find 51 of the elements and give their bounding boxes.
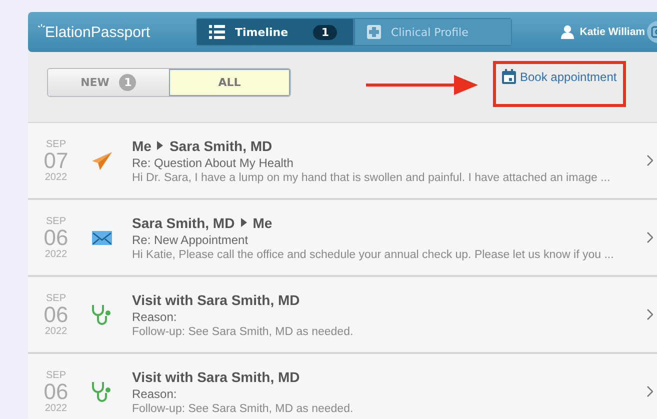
plus-icon [367, 25, 381, 39]
sender-name: Me [132, 138, 152, 154]
date-month: SEP [46, 370, 66, 380]
calendar-icon [502, 69, 516, 84]
sender-name: Sara Smith, MD [132, 214, 235, 230]
date-year: 2022 [44, 248, 68, 260]
list-icon [209, 25, 225, 39]
item-preview: Hi Dr. Sara, I have a lump on my hand that is swollen and painful. I have attached an image ... [132, 172, 612, 184]
chevron-right-icon [647, 232, 653, 243]
chevron-right-icon [647, 386, 653, 397]
date-year: 2022 [44, 172, 68, 182]
item-subject: Reason: [132, 386, 178, 400]
item-preview: Follow-up: See Sara Smith, MD as needed. [132, 326, 354, 338]
recipient-name: Sara Smith, MD [169, 138, 272, 154]
date-year: 2022 [44, 326, 68, 336]
chevron-right-icon [647, 155, 653, 166]
envelope-icon [92, 230, 112, 244]
item-subject: Re: New Appointment [132, 232, 250, 246]
timeline-item[interactable]: SEP 06 2022 Visit with Sara Smith, MD Reason: Follow-up: See Sara Smith, MD as needed. [28, 277, 657, 354]
stethoscope-icon [91, 380, 113, 402]
timeline-item[interactable]: SEP 06 2022 Visit with Sara Smith, MD Reason: Follow-up: See Sara Smith, MD as needed. [28, 354, 657, 419]
item-preview: Follow-up: See Sara Smith, MD as needed. [132, 402, 354, 414]
item-title: Visit with Sara Smith, MD [132, 368, 301, 384]
item-subject: Re: Question About My Health [132, 156, 294, 170]
book-appointment-link[interactable]: Book appointment [502, 69, 617, 84]
item-title: Visit with Sara Smith, MD [132, 292, 301, 308]
date-month: SEP [46, 216, 66, 226]
date-year: 2022 [44, 402, 68, 414]
date-month: SEP [46, 292, 66, 304]
triangle-right-icon [240, 218, 247, 227]
triangle-right-icon [157, 141, 164, 150]
logo: ElationPassport [28, 24, 188, 40]
date-day: 06 [44, 304, 68, 326]
chevron-right-icon [647, 309, 653, 320]
date-day: 07 [44, 150, 68, 172]
date-month: SEP [46, 138, 66, 150]
stethoscope-icon [91, 304, 113, 326]
nav-tab[interactable]: Timeline 1 [196, 18, 354, 46]
filter-option[interactable]: ALL [169, 69, 290, 96]
item-subject: Reason: [132, 310, 178, 324]
timeline-item[interactable]: SEP 07 2022 Me Sara Smith, MD Re: Question About My Health Hi Dr. Sara, I have a lump on my hand that is swollen and painful. I have attached an image ... [28, 123, 657, 200]
recipient-name: Me [252, 214, 272, 230]
count-badge: 1 [119, 74, 136, 91]
sparkle-icon [38, 24, 45, 30]
item-preview: Hi Katie, Please call the office and schedule your annual check up. Please let us know if you ... [132, 248, 615, 260]
person-icon [560, 25, 574, 39]
paper-plane-icon [92, 152, 112, 170]
date-day: 06 [44, 226, 68, 248]
timeline-item[interactable]: SEP 06 2022 Sara Smith, MD Me Re: New Appointment Hi Katie, Please call the office and schedule your annual check up. Please let us know if you ... [28, 200, 657, 277]
count-badge: 1 [313, 24, 337, 40]
date-day: 06 [44, 380, 68, 402]
